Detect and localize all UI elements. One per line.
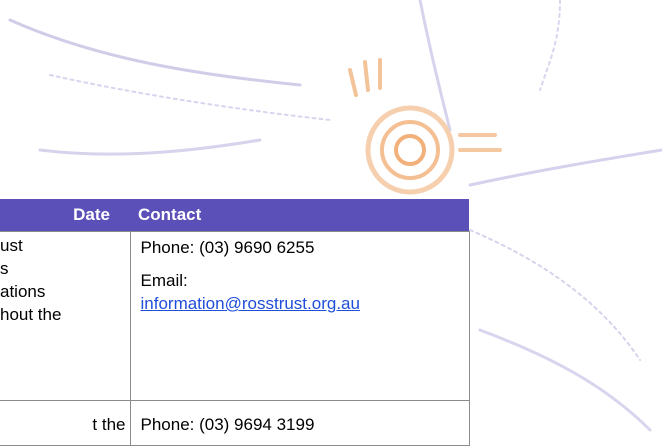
table-header-row: Date Contact <box>0 199 469 232</box>
date-cell: ust s ations hout the <box>0 231 131 401</box>
swirl-stroke <box>469 229 641 361</box>
date-column-header: Date <box>0 199 130 232</box>
date-cell: t the <box>0 400 131 446</box>
cell-text-line: s <box>0 259 9 278</box>
cell-text-line: ust <box>0 236 23 255</box>
swirl-stroke <box>478 328 652 432</box>
phone-text: Phone: (03) 9690 6255 <box>140 238 315 257</box>
cell-text-line: t the <box>92 415 126 434</box>
cell-text-line: hout the <box>0 305 62 324</box>
swirl-stroke <box>49 74 331 121</box>
cell-text-line: ations <box>0 282 46 301</box>
contact-cell: Phone: (03) 9694 3199 <box>129 400 470 446</box>
swirl-stroke <box>539 0 561 91</box>
phone-text: Phone: (03) 9694 3199 <box>140 415 315 434</box>
email-link[interactable]: information@rosstrust.org.au <box>141 294 360 313</box>
contact-column-header: Contact <box>130 199 469 232</box>
contact-cell: Phone: (03) 9690 6255 Email: information… <box>129 231 470 401</box>
swirl-stroke <box>468 148 662 187</box>
sun-ray <box>348 58 382 97</box>
sun-ring <box>394 134 426 166</box>
table-row: t the Phone: (03) 9694 3199 <box>0 400 470 446</box>
sun-ray <box>458 133 502 152</box>
email-label: Email: <box>140 271 188 290</box>
sun-ring <box>380 120 440 180</box>
swirl-stroke <box>38 138 262 156</box>
table-row: ust s ations hout the Phone: (03) 9690 6… <box>0 231 470 401</box>
contact-table: Date Contact ust s ations hout the Phone… <box>0 199 470 446</box>
